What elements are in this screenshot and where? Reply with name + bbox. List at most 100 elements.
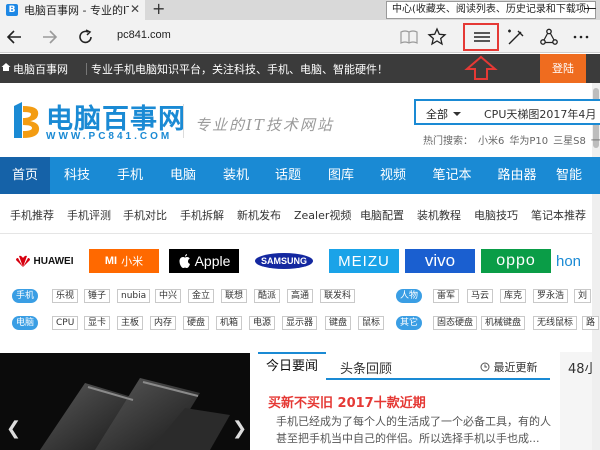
- tab-close-icon[interactable]: ✕: [130, 2, 140, 16]
- forward-icon[interactable]: [38, 27, 60, 47]
- tag[interactable]: 鼠标: [358, 316, 385, 330]
- brand-logo-samsung[interactable]: SAMSUNG: [249, 249, 319, 273]
- nav-item[interactable]: 智能: [556, 157, 600, 194]
- tag[interactable]: 固态硬盘: [433, 316, 478, 330]
- favorite-star-icon[interactable]: [426, 27, 448, 47]
- url-field[interactable]: pc841.com: [117, 29, 171, 41]
- brand-logo-vivo[interactable]: vivo: [405, 249, 475, 273]
- brand-logo-huawei[interactable]: HUAWEI: [9, 249, 79, 273]
- logo-slogan: 专业的IT技术网站: [195, 116, 334, 134]
- reading-view-icon[interactable]: [398, 27, 420, 47]
- tag[interactable]: 联发科: [320, 289, 356, 303]
- share-icon[interactable]: [538, 27, 560, 47]
- nav-item[interactable]: 电脑: [157, 157, 209, 194]
- subnav-link[interactable]: Zealer视频: [294, 207, 351, 223]
- hub-highlight-box: [463, 23, 499, 51]
- home-icon[interactable]: [1, 62, 11, 72]
- tag[interactable]: 显示器: [282, 316, 318, 330]
- back-icon[interactable]: [4, 27, 26, 47]
- tag[interactable]: 酷派: [254, 289, 281, 303]
- subnav-link[interactable]: 手机对比: [123, 207, 167, 223]
- tag-category-people[interactable]: 人物: [396, 289, 423, 303]
- tag[interactable]: 中兴: [155, 289, 182, 303]
- latest-updates-link[interactable]: 最近更新: [480, 359, 538, 375]
- brand-logo-meizu[interactable]: MEIZU: [329, 249, 399, 273]
- tag[interactable]: 无线鼠标: [533, 316, 578, 330]
- subnav-link[interactable]: 手机评测: [67, 207, 111, 223]
- subnav-link[interactable]: 装机教程: [417, 207, 461, 223]
- topbar-site-link[interactable]: 电脑百事网: [13, 61, 68, 77]
- nav-item[interactable]: 科技: [52, 157, 102, 194]
- brand-vivo-text: vivo: [424, 251, 456, 270]
- side-panel: 48小: [560, 352, 592, 450]
- tag[interactable]: 机械键盘: [481, 316, 526, 330]
- tag[interactable]: 键盘: [325, 316, 352, 330]
- tag[interactable]: 显卡: [84, 316, 111, 330]
- tag-category-phone[interactable]: 手机: [12, 289, 39, 303]
- tag[interactable]: 雷军: [433, 289, 460, 303]
- subnav-link[interactable]: 笔记本推荐: [531, 207, 586, 223]
- tag[interactable]: 联想: [221, 289, 248, 303]
- hot-search-link[interactable]: 三星S8: [553, 136, 586, 147]
- carousel-next-icon[interactable]: ❯: [232, 418, 247, 439]
- subnav-link[interactable]: 手机拆解: [180, 207, 224, 223]
- brand-logo-oppo[interactable]: oppo: [481, 249, 551, 273]
- tag[interactable]: 机箱: [216, 316, 243, 330]
- tag[interactable]: 刘: [574, 289, 592, 303]
- tag[interactable]: 电源: [249, 316, 276, 330]
- subnav-link[interactable]: 手机推荐: [10, 207, 54, 223]
- brand-meizu-text: MEIZU: [338, 252, 390, 270]
- nav-item[interactable]: 视频: [367, 157, 419, 194]
- tag[interactable]: nubia: [117, 289, 151, 303]
- tag[interactable]: 主板: [117, 316, 144, 330]
- tag[interactable]: 硬盘: [183, 316, 210, 330]
- refresh-icon[interactable]: [75, 27, 97, 47]
- tab-today-news[interactable]: 今日要闻: [258, 352, 326, 380]
- subnav-link[interactable]: 新机发布: [237, 207, 281, 223]
- hot-search-list: 热门搜索： 小米6 华为P10 三星S8 一加3T: [423, 132, 600, 147]
- nav-item[interactable]: 手机: [104, 157, 156, 194]
- nav-item[interactable]: 话题: [262, 157, 314, 194]
- tag[interactable]: 锤子: [84, 289, 111, 303]
- nav-item[interactable]: 笔记本: [420, 157, 484, 194]
- brand-logo-apple[interactable]: Apple: [169, 249, 239, 273]
- tag[interactable]: 库克: [500, 289, 527, 303]
- tag-category-computer[interactable]: 电脑: [12, 316, 39, 330]
- browser-tab[interactable]: B 电脑百事网 - 专业的IT技 ✕: [0, 0, 145, 20]
- web-note-icon[interactable]: [505, 27, 527, 47]
- site-search-box[interactable]: 全部 CPU天梯图2017年4月: [414, 99, 600, 125]
- nav-item[interactable]: 路由器: [486, 157, 548, 194]
- subnav-link[interactable]: 电脑配置: [360, 207, 404, 223]
- tag[interactable]: 高通: [287, 289, 314, 303]
- tag[interactable]: 罗永浩: [533, 289, 569, 303]
- tag[interactable]: 金立: [188, 289, 215, 303]
- tag[interactable]: 马云: [467, 289, 494, 303]
- brand-logo-mi[interactable]: MI 小米: [89, 249, 159, 273]
- nav-item-home[interactable]: 首页: [0, 157, 50, 194]
- tag[interactable]: 路: [582, 316, 600, 330]
- carousel-prev-icon[interactable]: ❮: [6, 418, 21, 439]
- tag[interactable]: 乐视: [52, 289, 79, 303]
- subnav-link[interactable]: 电脑技巧: [474, 207, 518, 223]
- hot-search-link[interactable]: 一加3T: [591, 136, 600, 147]
- hot-search-link[interactable]: 小米6: [478, 136, 504, 147]
- hot-search-link[interactable]: 华为P10: [509, 136, 548, 147]
- search-input[interactable]: CPU天梯图2017年4月: [484, 106, 596, 122]
- brand-logo-honor[interactable]: hon: [556, 249, 592, 273]
- nav-item[interactable]: 装机: [210, 157, 262, 194]
- tab-headline-review[interactable]: 头条回顾: [340, 358, 392, 377]
- search-category-select[interactable]: 全部: [426, 106, 448, 122]
- featured-banner[interactable]: [0, 353, 250, 450]
- tag[interactable]: CPU: [52, 316, 79, 330]
- tag-category-other[interactable]: 其它: [396, 316, 423, 330]
- new-tab-button[interactable]: +: [152, 0, 165, 18]
- brand-mi-text: 小米: [121, 255, 144, 268]
- tag[interactable]: 内存: [150, 316, 177, 330]
- nav-item[interactable]: 图库: [315, 157, 367, 194]
- minimize-window-button[interactable]: —: [580, 0, 600, 20]
- news-headline[interactable]: 买新不买旧 2017十款近期: [268, 392, 426, 411]
- site-logo-domain: WWW.PC841.COM: [46, 131, 173, 142]
- login-button[interactable]: 登陆: [540, 54, 586, 83]
- more-icon[interactable]: [570, 27, 592, 47]
- site-logo-icon[interactable]: [10, 100, 42, 140]
